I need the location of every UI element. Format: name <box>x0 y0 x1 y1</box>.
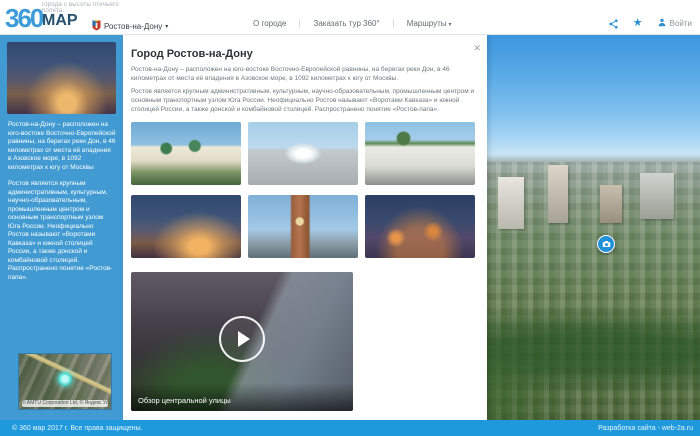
city-selector[interactable]: Ростов-на-Дону ▾ <box>92 20 168 33</box>
city-info-card: ✕ Город Ростов-на-Дону Ростов-на-Дону – … <box>123 35 487 420</box>
close-icon[interactable]: ✕ <box>473 44 481 53</box>
city-selector-label: Ростов-на-Дону <box>104 22 162 31</box>
panorama-building <box>498 177 524 229</box>
panorama-building <box>600 185 622 223</box>
panorama-building <box>548 165 568 223</box>
video-caption-bar: Обзор центральной улицы <box>131 383 353 411</box>
logo-tagline: города с высоты птичьего полета. <box>42 2 134 14</box>
minimap[interactable]: © AMTU Corporation Ltd, © Яндекс Условия <box>18 353 112 410</box>
user-icon <box>657 15 667 33</box>
footer-copyright: © 360 мар 2017 г. Все права защищены. <box>12 425 143 432</box>
nav-item-routes-label: Маршруты <box>407 19 447 28</box>
page-title: Город Ростов-на-Дону <box>131 48 253 60</box>
play-triangle <box>238 331 250 347</box>
footer: © 360 мар 2017 г. Все права защищены. Ра… <box>0 420 700 436</box>
favorite-star-icon[interactable]: ★ <box>633 18 643 29</box>
logo-number: 360 <box>5 4 42 32</box>
sidebar-paragraph-1: Ростов-на-Дону – расположен на юго-восто… <box>8 121 116 172</box>
header-actions: ★ Войти <box>608 0 692 35</box>
login-button[interactable]: Войти <box>657 15 692 33</box>
gallery-thumbnail-city-hall[interactable] <box>365 122 475 185</box>
sidebar: Ростов-на-Дону – расположен на юго-восто… <box>0 35 123 420</box>
chevron-down-icon: ▾ <box>165 23 168 30</box>
footer-credit[interactable]: Разработка сайта - web-2a.ru <box>598 425 693 432</box>
logo-word: MAP <box>42 12 78 30</box>
minimap-attribution: © AMTU Corporation Ltd, © Яндекс Условия <box>22 400 108 407</box>
sidebar-city-photo <box>7 42 116 114</box>
photo-gallery <box>131 122 476 258</box>
sidebar-paragraph-2: Ростов является крупным административным… <box>8 180 116 282</box>
share-icon[interactable] <box>608 18 619 30</box>
nav-item-about-city[interactable]: О городе <box>240 19 299 28</box>
nav-item-routes[interactable]: Маршруты▾ <box>393 19 465 28</box>
gallery-thumbnail-evening-street[interactable] <box>131 195 241 258</box>
gallery-thumbnail-night-city[interactable] <box>365 195 475 258</box>
card-paragraph-1: Ростов-на-Дону – расположен на юго-восто… <box>131 65 476 83</box>
chevron-down-icon: ▾ <box>449 22 452 28</box>
gallery-thumbnail-clock-tower[interactable] <box>248 195 358 258</box>
card-paragraph-2: Ростов является крупным административным… <box>131 87 476 114</box>
video-caption: Обзор центральной улицы <box>138 396 231 405</box>
panorama-building <box>640 173 674 219</box>
play-icon[interactable] <box>219 316 265 362</box>
panorama-marker[interactable] <box>597 235 615 253</box>
sidebar-description: Ростов-на-Дону – расположен на юго-восто… <box>8 121 116 282</box>
city-coat-of-arms-icon <box>92 20 101 33</box>
gallery-thumbnail-fountain[interactable] <box>248 122 358 185</box>
gallery-thumbnail-cathedral[interactable] <box>131 122 241 185</box>
nav-item-order-tour[interactable]: Заказать тур 360° <box>299 19 392 28</box>
minimap-location-marker <box>58 372 72 386</box>
login-label: Войти <box>670 19 692 28</box>
camera-icon <box>602 235 611 253</box>
header: 360 MAP города с высоты птичьего полета.… <box>0 0 700 35</box>
main-nav: О городе Заказать тур 360° Маршруты▾ <box>240 0 465 35</box>
video-thumbnail[interactable]: Обзор центральной улицы <box>131 272 353 411</box>
